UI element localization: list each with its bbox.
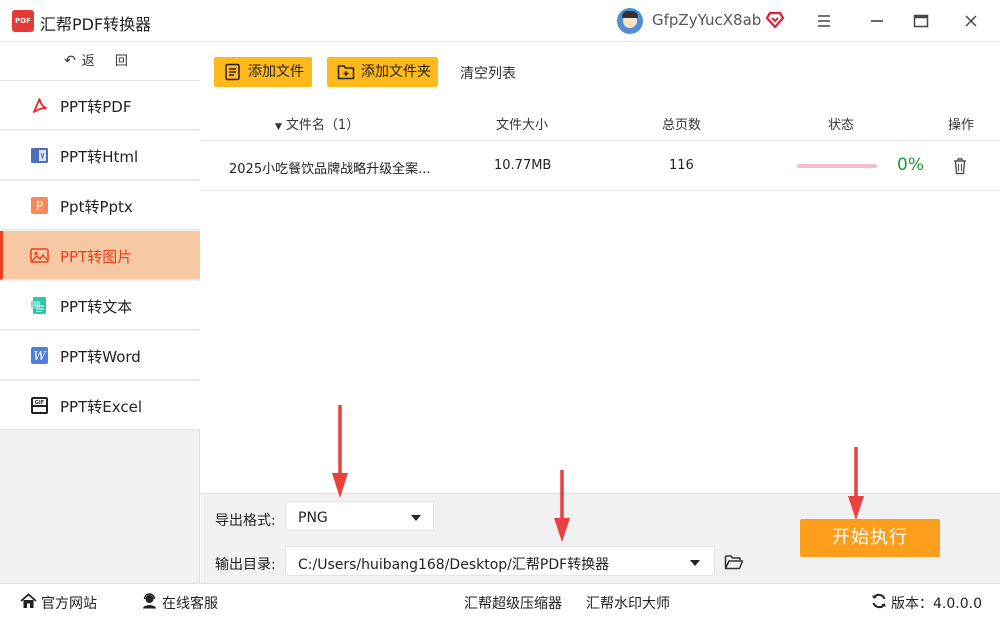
chevron-down-icon [690,560,700,566]
html-icon [31,148,48,163]
image-icon [30,248,49,263]
add-folder-label: 添加文件夹 [361,64,431,80]
word-icon: W [31,347,48,364]
sidebar-item-ppt-to-image[interactable]: PPT转图片 [0,231,200,280]
column-header-ops: 操作 [948,118,975,133]
pptx-icon: P [31,197,48,214]
sidebar-item-label: PPT转文本 [60,298,133,316]
official-site-label: 官方网站 [41,596,97,612]
output-dir-select[interactable]: C:/Users/huibang168/Desktop/汇帮PDF转换器 [285,546,715,576]
refresh-icon [872,593,886,609]
page-count-cell: 116 [669,158,694,173]
online-service-label: 在线客服 [162,596,218,612]
compressor-link[interactable]: 汇帮超级压缩器 [464,593,562,613]
user-avatar[interactable] [617,8,643,34]
progress-bar [797,164,877,168]
text-icon [31,297,46,314]
back-arrow-icon: ↶ [64,53,76,69]
clear-list-button[interactable]: 清空列表 [460,63,516,83]
add-folder-button[interactable]: 添加文件夹 [327,57,438,87]
sidebar-item-label: PPT转PDF [60,98,132,116]
browse-folder-icon[interactable] [724,553,744,571]
column-header-size: 文件大小 [496,118,549,133]
chevron-down-icon [411,515,421,521]
version-info[interactable]: 版本：4.0.0.0 [871,593,982,613]
format-label: 导出格式: [215,513,276,529]
excel-icon: GIF [31,397,48,414]
online-service-link[interactable]: 在线客服 [141,593,218,613]
title-bar: PDF 汇帮PDF转换器 GfpZyYucX8ab [0,0,1000,42]
sidebar-item-label: PPT转Html [60,148,139,166]
official-site-link[interactable]: 官方网站 [20,593,97,613]
sidebar-item-label: PPT转Excel [60,398,142,416]
column-header-name-label: 文件名（1） [285,118,360,133]
sort-desc-icon: ▼ [275,122,282,132]
sidebar-item-ppt-to-html[interactable]: PPT转Html [0,131,200,180]
app-title: 汇帮PDF转换器 [40,15,152,34]
format-value: PNG [298,510,328,526]
pdf-icon [33,98,47,113]
red-arrow-annotation-start [848,447,864,520]
maximize-icon[interactable] [908,8,934,34]
output-dir-value: C:/Users/huibang168/Desktop/汇帮PDF转换器 [298,557,610,573]
progress-percent: 0% [897,155,924,175]
format-select[interactable]: PNG [285,501,434,531]
add-file-label: 添加文件 [248,64,304,80]
table-row[interactable]: 2025小吃餐饮品牌战略升级全案... 10.77MB 116 0% [201,141,1000,191]
trash-icon[interactable] [952,157,968,175]
svg-text:W: W [33,349,47,363]
table-header: ▼ 文件名（1） 文件大小 总页数 状态 操作 [201,103,1000,141]
svg-text:P: P [36,199,43,213]
svg-text:GIF: GIF [35,400,44,406]
sidebar-item-ppt-to-pdf[interactable]: PPT转PDF [0,81,200,130]
sidebar-item-ppt-to-pptx[interactable]: P Ppt转Pptx [0,181,200,230]
sidebar-item-label: Ppt转Pptx [60,198,133,216]
watermark-link[interactable]: 汇帮水印大师 [586,593,670,613]
column-header-status: 状态 [828,118,855,133]
add-folder-icon [337,65,355,80]
column-header-name[interactable]: ▼ 文件名（1） [275,114,359,133]
column-header-pages: 总页数 [662,118,702,133]
file-name-cell: 2025小吃餐饮品牌战略升级全案... [229,162,431,177]
version-label: 版本：4.0.0.0 [891,596,982,612]
start-button[interactable]: 开始执行 [800,519,940,557]
sidebar-item-ppt-to-text[interactable]: PPT转文本 [0,281,200,330]
file-size-cell: 10.77MB [494,158,552,173]
red-arrow-annotation-format [332,405,348,498]
sidebar-item-label: PPT转Word [60,348,141,366]
app-logo-icon: PDF [12,10,34,32]
back-label: 返 回 [81,54,136,69]
sidebar-item-ppt-to-excel[interactable]: GIF PPT转Excel [0,381,200,430]
menu-icon[interactable] [811,8,837,34]
red-arrow-annotation-output-dir [554,470,570,542]
vip-diamond-icon[interactable] [765,11,785,29]
footer: 官方网站 在线客服 汇帮超级压缩器 汇帮水印大师 版本：4.0.0.0 [0,583,1000,617]
add-file-button[interactable]: 添加文件 [214,57,312,87]
sidebar: ↶ 返 回 PPT转PDF PPT转Html P Ppt转Pptx PPT转图片 [0,42,200,583]
back-button[interactable]: ↶ 返 回 [0,42,200,81]
close-icon[interactable] [958,8,984,34]
username[interactable]: GfpZyYucX8ab [652,11,761,29]
output-dir-label: 输出目录: [215,557,276,573]
minimize-icon[interactable] [864,8,890,34]
customer-service-icon [143,593,156,609]
sidebar-item-ppt-to-word[interactable]: W PPT转Word [0,331,200,380]
add-file-icon [225,63,240,81]
sidebar-item-label: PPT转图片 [60,248,133,266]
home-icon [20,593,37,608]
